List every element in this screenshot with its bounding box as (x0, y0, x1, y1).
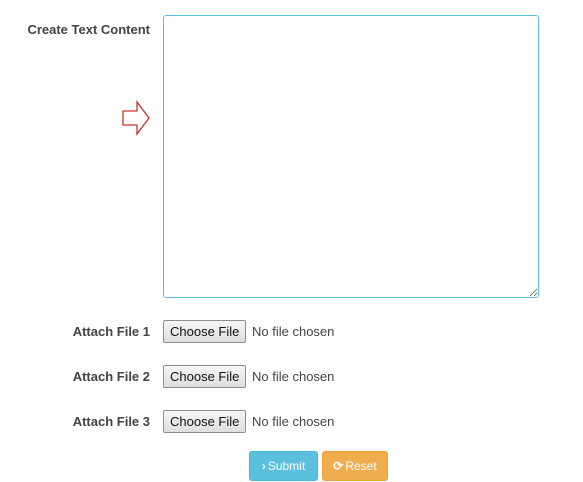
reset-button[interactable]: ⟳ Reset (322, 451, 388, 481)
attach-file-label-3: Attach File 3 (72, 414, 150, 429)
attach-file-row-2: Attach File 2 Choose File No file chosen (0, 364, 583, 390)
content-label: Create Text Content (27, 22, 150, 37)
attach-file-row-1: Attach File 1 Choose File No file chosen (0, 319, 583, 345)
attach-file-label-1: Attach File 1 (72, 324, 150, 339)
choose-file-button-1[interactable]: Choose File (163, 320, 247, 343)
submit-button[interactable]: › Submit (249, 451, 318, 481)
reset-label: Reset (345, 459, 377, 473)
file-status-1: No file chosen (252, 324, 335, 339)
submit-label: Submit (267, 459, 306, 473)
attach-file-label-2: Attach File 2 (72, 369, 150, 384)
chevron-right-icon: › (261, 459, 266, 473)
content-textarea[interactable] (163, 15, 539, 298)
refresh-icon: ⟳ (333, 459, 344, 473)
choose-file-button-2[interactable]: Choose File (163, 365, 247, 388)
file-status-3: No file chosen (252, 414, 335, 429)
file-status-2: No file chosen (252, 369, 335, 384)
choose-file-button-3[interactable]: Choose File (163, 410, 247, 433)
attach-file-row-3: Attach File 3 Choose File No file chosen (0, 409, 583, 435)
arrow-right-icon (122, 100, 150, 136)
